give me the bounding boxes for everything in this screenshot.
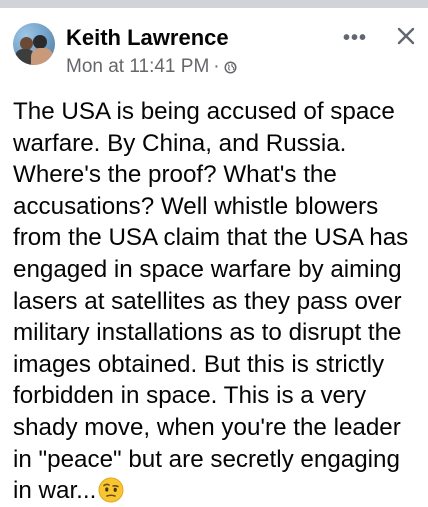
meta-separator: · (213, 56, 220, 77)
top-divider-bar (0, 0, 428, 8)
post-timestamp[interactable]: Mon at 11:41 PM (66, 56, 209, 78)
avatar-person-right (33, 35, 47, 49)
post-meta: Mon at 11:41 PM · (66, 56, 237, 78)
post-card: Keith Lawrence Mon at 11:41 PM · ••• The… (0, 8, 428, 504)
face-with-raised-eyebrow-emoji (98, 477, 124, 503)
avatar-body-right (31, 48, 53, 65)
globe-icon (224, 60, 237, 74)
post-text: The USA is being accused of space warfar… (13, 98, 409, 505)
author-avatar[interactable] (13, 23, 55, 65)
post-body: The USA is being accused of space warfar… (13, 96, 423, 507)
close-icon[interactable] (392, 22, 420, 50)
more-options-icon[interactable]: ••• (340, 26, 370, 50)
author-name[interactable]: Keith Lawrence (66, 24, 229, 52)
